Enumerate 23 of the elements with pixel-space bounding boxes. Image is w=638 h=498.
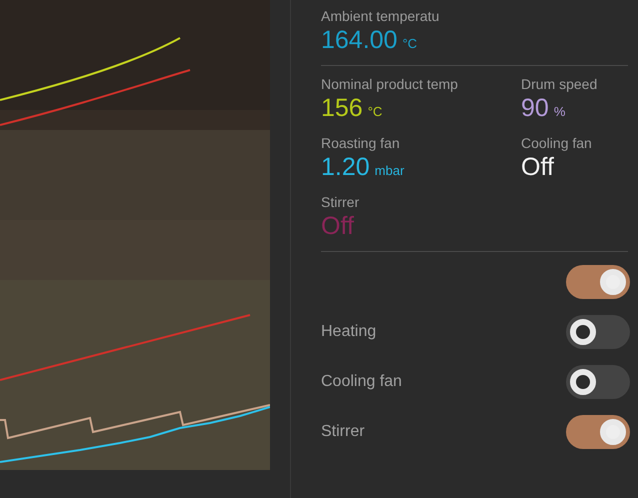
reading-label: Cooling fan [521,135,593,151]
toggle-switch[interactable] [566,315,630,349]
reading-label: Roasting fan [321,135,401,151]
toggle-label: Cooling fan [321,373,402,391]
toggle-switch[interactable] [566,365,630,399]
reading-unit: % [554,104,566,119]
toggle-label: Heating [321,323,376,341]
toggle-switch[interactable] [566,265,630,299]
reading-unit: mbar [374,163,404,178]
toggle-label: Stirrer [321,423,365,441]
reading-unit: °C [402,36,418,51]
reading-label: Drum speed [521,76,598,92]
reading-label: Stirrer [321,194,360,210]
reading-value: Off [321,212,354,241]
reading-unit: °C [368,104,382,119]
toggle-switch[interactable] [566,415,630,449]
reading-value: 164.00 [321,26,398,55]
reading-value: 90 [521,94,549,123]
reading-value: Off [521,153,554,182]
reading-label: Ambient temperatu [321,8,440,24]
reading-value: 156 [321,94,363,123]
reading-value: 1.20 [321,153,370,182]
reading-label: Nominal product temp [321,76,459,92]
